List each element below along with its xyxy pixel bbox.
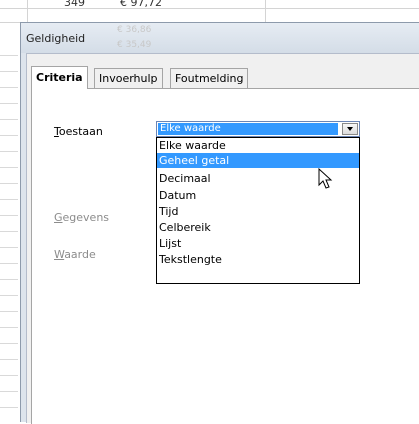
tab-foutmelding[interactable]: Foutmelding [170, 68, 249, 88]
waarde-label: Waarde [54, 248, 96, 261]
dialog-title: Geldigheid [26, 32, 86, 45]
option-elke-waarde[interactable]: Elke waarde [157, 138, 359, 153]
toestaan-select[interactable]: Elke waarde [156, 121, 360, 137]
gegevens-label: Gegevens [54, 211, 110, 224]
option-tekstlengte[interactable]: Tekstlengte [157, 252, 359, 267]
grid-row-line [0, 8, 419, 9]
option-celbereik[interactable]: Celbereik [157, 220, 359, 235]
cell-count[interactable]: 349 [64, 0, 85, 9]
toestaan-label: Toestaan [54, 125, 103, 138]
row-gridlines [0, 40, 18, 420]
dropdown-button[interactable] [342, 123, 358, 135]
option-datum[interactable]: Datum [157, 188, 359, 203]
ghost-value: € 35,49 [117, 40, 152, 50]
tab-criteria[interactable]: Criteria [31, 66, 88, 89]
option-tijd[interactable]: Tijd [157, 204, 359, 219]
option-geheel-getal[interactable]: Geheel getal [157, 153, 359, 168]
mouse-pointer-icon [318, 168, 333, 189]
tab-invoerhulp[interactable]: Invoerhulp [94, 68, 163, 88]
chevron-down-icon [347, 127, 353, 131]
toestaan-dropdown-list: Elke waarde Geheel getal Decimaal Datum … [156, 137, 360, 284]
validity-dialog: Geldigheid € 36,86 € 35,49 Criteria Invo… [20, 22, 419, 424]
option-lijst[interactable]: Lijst [157, 236, 359, 251]
toestaan-select-value: Elke waarde [158, 123, 338, 135]
ghost-value: € 36,86 [117, 25, 152, 35]
cell-amount[interactable]: € 97,72 [120, 0, 162, 9]
dialog-title-bar[interactable]: Geldigheid € 36,86 € 35,49 [21, 23, 419, 53]
